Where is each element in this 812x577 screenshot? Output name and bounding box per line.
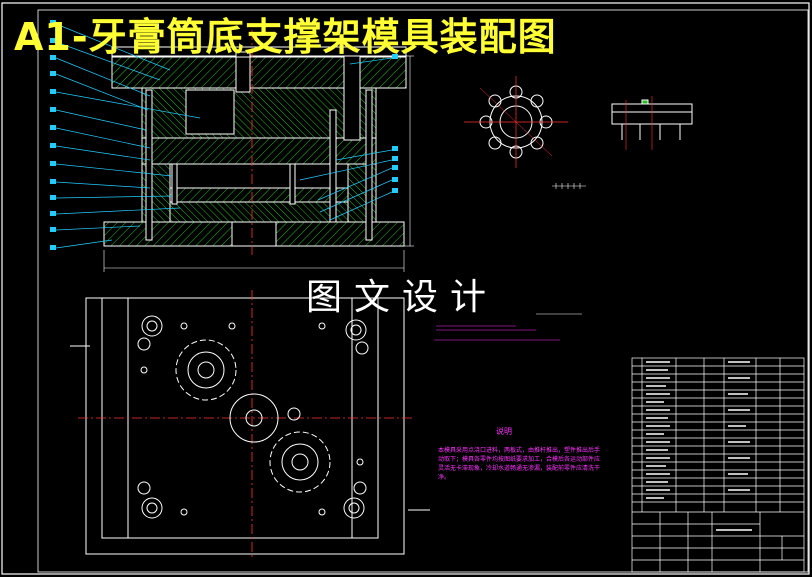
cavity [185, 89, 235, 135]
ejector-pin-2 [289, 163, 296, 205]
notes-body: 本模具采用点浇口进料，两板式，由推杆推出，塑件推出后手动取下；模具各零件均按图纸… [438, 447, 601, 481]
ejector-retainer-plate [169, 187, 349, 203]
part-side-view [611, 96, 693, 150]
plan-view [70, 290, 430, 560]
title-block [631, 357, 805, 573]
watermark: 图文设计 [306, 277, 499, 318]
notes-title: 说明 [496, 427, 512, 436]
ejector-pin-1 [171, 163, 178, 205]
ejector-hole [231, 221, 277, 247]
part-top-view [464, 76, 568, 168]
core-plate [141, 137, 377, 165]
section-view [103, 30, 414, 272]
ejector-plate [169, 201, 349, 223]
drawing-title: A1-牙膏筒底支撑架模具装配图 [14, 15, 557, 59]
cavity-plate [141, 87, 377, 139]
guide-bush [343, 55, 361, 141]
guide-pin-left [145, 89, 153, 241]
